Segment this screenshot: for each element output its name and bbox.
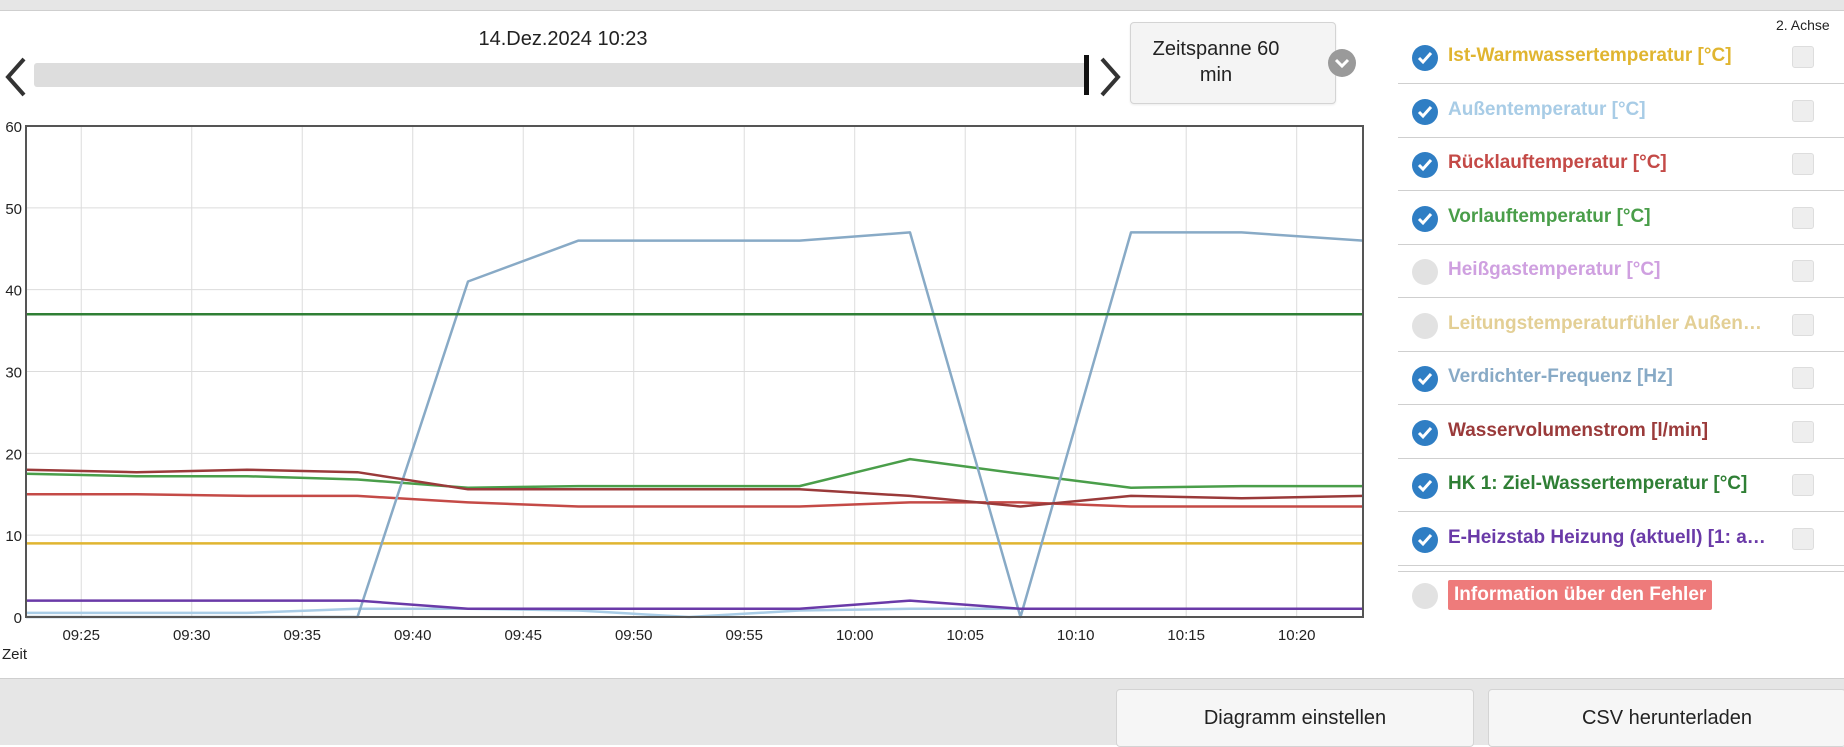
configure-chart-button[interactable]: Diagramm einstellen [1116,689,1474,747]
second-axis-checkbox[interactable] [1792,367,1814,389]
top-bar [0,0,1844,11]
checkmark-icon[interactable] [1412,419,1438,446]
second-axis-checkbox[interactable] [1792,153,1814,175]
chart-area: 0 10 20 30 40 50 60 09:25 09:30 09:35 09:40 09:45 09… [0,118,1380,678]
error-info-row[interactable]: Information über den Fehler [1398,571,1844,622]
x-tick-label: 10:05 [946,627,984,644]
x-tick-label: 09:50 [615,627,653,644]
legend-item-label: Vorlauftemperatur [°C] [1448,205,1651,227]
legend-item[interactable]: Heißgastemperatur [°C] [1398,245,1844,298]
download-csv-button[interactable]: CSV herunterladen [1488,689,1844,747]
legend-item[interactable]: Rücklauftemperatur [°C] [1398,138,1844,191]
x-tick-label: 10:00 [836,627,874,644]
legend-item[interactable]: Ist-Warmwassertemperatur [°C] [1398,31,1844,84]
second-axis-checkbox[interactable] [1792,46,1814,68]
y-tick-label: 0 [14,610,22,627]
legend-item[interactable]: Außentemperatur [°C] [1398,85,1844,138]
current-timestamp: 14.Dez.2024 10:23 [478,28,648,50]
y-tick-label: 40 [5,283,22,300]
unchecked-circle-icon[interactable] [1412,259,1438,285]
second-axis-checkbox[interactable] [1792,260,1814,282]
x-tick-label: 09:25 [62,627,100,644]
legend-item-label: HK 1: Ziel-Wassertemperatur [°C] [1448,473,1748,494]
legend-item[interactable]: Vorlauftemperatur [°C] [1398,192,1844,245]
y-tick-label: 30 [5,365,22,382]
x-tick-label: 09:45 [504,627,542,644]
checkmark-icon[interactable] [1412,366,1438,392]
timespan-label: Zeitspanne 60 min [1152,38,1280,86]
checkmark-icon[interactable] [1412,473,1438,499]
legend-item[interactable]: Verdichter-Frequenz [Hz] [1398,352,1844,405]
x-tick-label: 10:20 [1278,627,1316,644]
legend-item-label: Rücklauftemperatur [°C] [1448,152,1667,173]
checkmark-icon[interactable] [1412,45,1438,71]
x-tick-label: 09:30 [173,627,211,644]
previous-arrow-icon[interactable] [2,55,30,99]
error-info-badge[interactable]: Information über den Fehler [1448,580,1713,610]
checkmark-icon[interactable] [1412,98,1438,125]
legend-item[interactable]: Wasservolumenstrom [l/min] [1398,406,1844,459]
second-axis-checkbox[interactable] [1792,99,1814,122]
legend-item-label: Außentemperatur [°C] [1448,98,1646,120]
next-arrow-icon[interactable] [1096,55,1124,99]
legend-item-label: Heißgastemperatur [°C] [1448,259,1661,280]
legend-item-label: Leitungstemperaturfühler Außeneinheit [°… [1448,312,1768,334]
second-axis-checkbox[interactable] [1792,420,1814,443]
y-tick-label: 60 [5,119,22,136]
legend-item[interactable]: HK 1: Ziel-Wassertemperatur [°C] [1398,459,1844,512]
second-axis-checkbox[interactable] [1792,313,1814,336]
x-tick-label: 09:35 [283,627,321,644]
time-slider-handle[interactable] [1084,55,1089,95]
line-chart: 0 10 20 30 40 50 60 09:25 09:30 09:35 09:40 09:45 09… [5,119,1364,644]
y-tick-label: 10 [5,528,22,545]
x-tick-label: 10:10 [1057,627,1095,644]
second-axis-checkbox[interactable] [1792,206,1814,229]
second-axis-checkbox[interactable] [1792,527,1814,550]
x-axis-label: Zeit [2,646,28,663]
y-tick-label: 50 [5,201,22,218]
x-tick-label: 10:15 [1167,627,1205,644]
y-tick-label: 20 [5,446,22,463]
legend-item[interactable]: Leitungstemperaturfühler Außeneinheit [°… [1398,299,1844,352]
legend-item-label: Wasservolumenstrom [l/min] [1448,419,1709,441]
time-slider-track[interactable] [34,63,1088,87]
legend-item-label: E-Heizstab Heizung (aktuell) [1: an, 0: … [1448,526,1768,548]
second-axis-checkbox[interactable] [1792,474,1814,496]
error-check-icon[interactable] [1412,583,1438,609]
legend-item-label: Ist-Warmwassertemperatur [°C] [1448,45,1732,66]
unchecked-circle-icon[interactable] [1412,312,1438,339]
checkmark-icon[interactable] [1412,526,1438,553]
x-tick-label: 09:55 [725,627,763,644]
timespan-dropdown[interactable]: Zeitspanne 60 min [1130,22,1356,104]
x-tick-label: 09:40 [394,627,432,644]
legend-item-label: Verdichter-Frequenz [Hz] [1448,366,1673,387]
legend-item[interactable]: E-Heizstab Heizung (aktuell) [1: an, 0: … [1398,513,1844,566]
checkmark-icon[interactable] [1412,205,1438,232]
checkmark-icon[interactable] [1412,152,1438,178]
chevron-down-icon [1328,49,1356,77]
footer-bar: Diagramm einstellen CSV herunterladen [0,678,1844,747]
